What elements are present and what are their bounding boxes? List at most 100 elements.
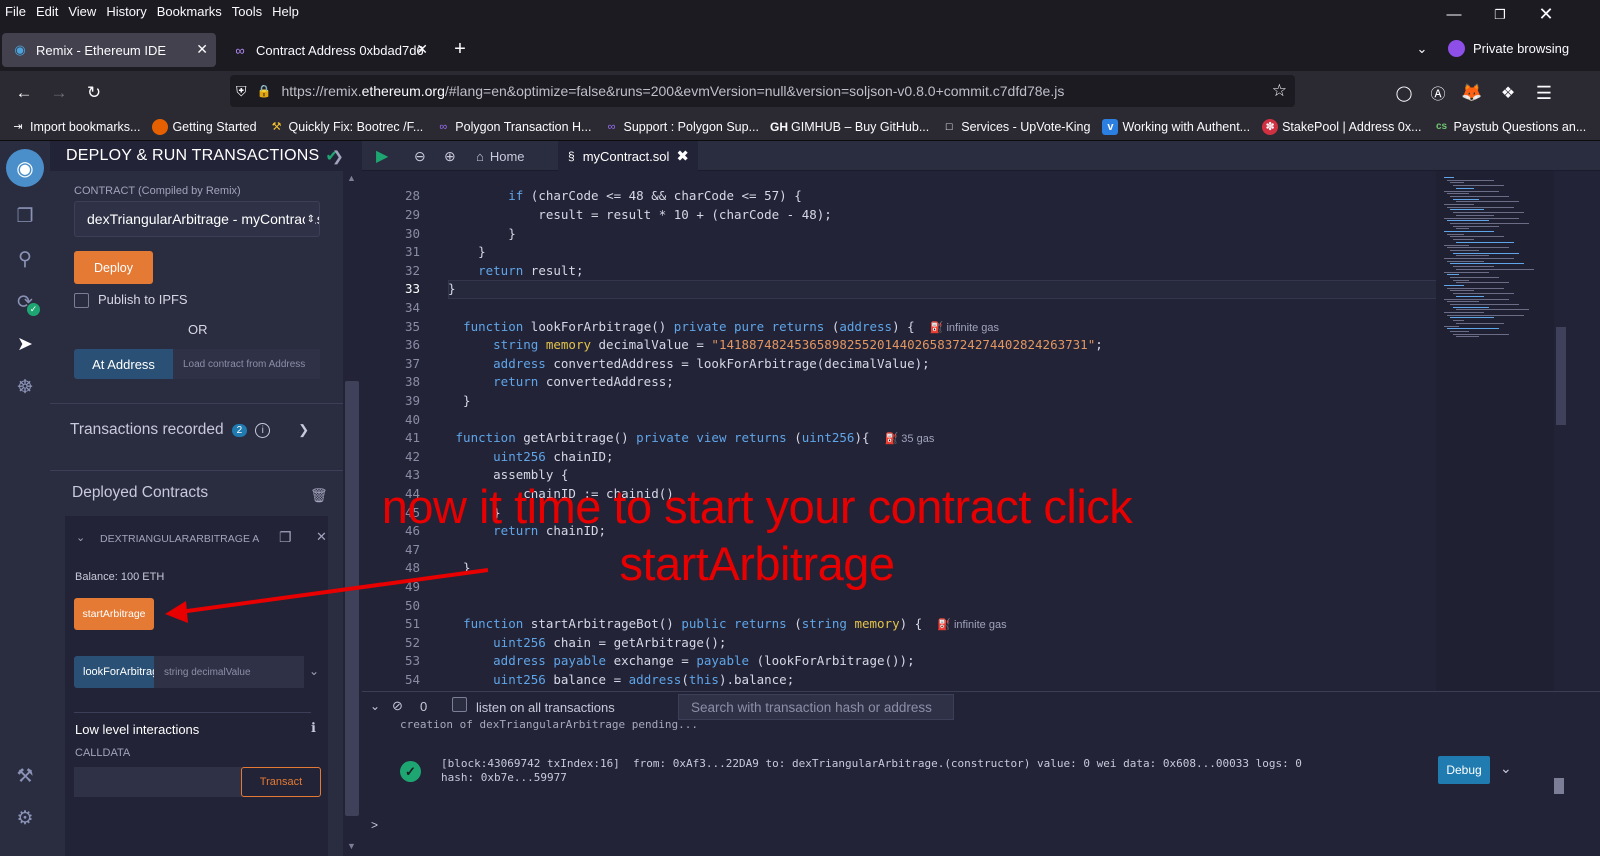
plugin-manager-icon[interactable]: ⚒ — [12, 763, 38, 789]
code-line[interactable]: } — [448, 560, 471, 575]
deploy-button[interactable]: Deploy — [74, 251, 153, 284]
hamburger-menu-icon[interactable]: ☰ — [1530, 79, 1558, 107]
metamask-fox-icon[interactable]: 🦊 — [1458, 79, 1486, 107]
code-line[interactable]: uint256 chainID; — [448, 449, 613, 464]
terminal-scroll-thumb[interactable] — [1554, 778, 1564, 794]
bookmark-polygon-support[interactable]: ∞ Support : Polygon Sup... — [603, 119, 759, 135]
new-tab-icon[interactable]: + — [446, 35, 474, 63]
code-line[interactable]: uint256 balance = address(this).balance; — [448, 672, 794, 687]
chevron-down-icon[interactable]: ⌄ — [76, 531, 85, 544]
bookmark-import[interactable]: ⇥ Import bookmarks... — [10, 119, 140, 135]
remove-instance-icon[interactable]: ✕ — [316, 529, 327, 545]
solidity-compiler-icon[interactable]: ⟳ ✓ — [12, 289, 40, 316]
menu-tools[interactable]: Tools — [232, 4, 262, 19]
reload-icon[interactable]: ↻ — [80, 79, 108, 107]
settings-gear-icon[interactable]: ⚙ — [12, 805, 38, 831]
info-icon[interactable]: i — [255, 422, 271, 438]
transact-button[interactable]: Transact — [241, 767, 321, 797]
close-window-icon[interactable]: ✕ — [1524, 0, 1568, 29]
tab-contract-address[interactable]: ∞ Contract Address 0xbdad7d60f4 ✕ — [222, 33, 436, 67]
transactions-recorded[interactable]: Transactions recorded 2 i ❯ — [70, 421, 309, 439]
load-address-input[interactable]: Load contract from Address — [173, 349, 320, 379]
bookmark-gimhub[interactable]: GH GIMHUB – Buy GitHub... — [770, 119, 929, 135]
code-line[interactable]: function startArbitrageBot() public retu… — [448, 616, 1007, 631]
code-line[interactable]: address convertedAddress = lookForArbitr… — [448, 356, 930, 371]
panel-scrollbar[interactable]: ▲ ▼ — [343, 171, 362, 856]
shield-icon[interactable]: ⛨ — [236, 83, 247, 100]
terminal-scrollbar[interactable] — [1552, 720, 1566, 840]
close-tab-icon[interactable]: ✕ — [416, 41, 428, 58]
code-line[interactable]: assembly { — [448, 467, 568, 482]
bookmark-polygon-tx[interactable]: ∞ Polygon Transaction H... — [435, 119, 591, 135]
decimal-value-input[interactable]: string decimalValue — [154, 656, 304, 688]
list-tabs-icon[interactable]: ⌄ — [1408, 35, 1436, 63]
code-line[interactable]: result = result * 10 + (charCode - 48); — [448, 207, 832, 222]
scroll-down-icon[interactable]: ▼ — [347, 841, 356, 851]
menu-history[interactable]: History — [106, 4, 146, 19]
menu-file[interactable]: File — [5, 4, 26, 19]
info-icon[interactable]: ℹ — [311, 720, 316, 736]
pocket-icon[interactable]: ◯ — [1390, 79, 1418, 107]
code-line[interactable]: if (charCode <= 48 && charCode <= 57) { — [448, 188, 802, 203]
zoom-in-icon[interactable]: ⊕ — [444, 141, 456, 171]
tab-home[interactable]: ⌂ Home — [476, 141, 525, 171]
zoom-out-icon[interactable]: ⊖ — [414, 141, 426, 171]
bookmark-stakepool[interactable]: ✽ StakePool | Address 0x... — [1262, 118, 1422, 135]
close-tab-icon[interactable]: ✕ — [196, 41, 208, 58]
bookmark-upvote-king[interactable]: □ Services - UpVote-King — [941, 119, 1091, 135]
tx-hash-line[interactable]: hash: 0xb7e...59977 — [441, 771, 567, 784]
menu-bookmarks[interactable]: Bookmarks — [157, 4, 222, 19]
code-line[interactable]: } — [448, 244, 486, 259]
menu-view[interactable]: View — [68, 4, 96, 19]
calldata-input[interactable] — [74, 767, 242, 797]
tab-remix[interactable]: ◉ Remix - Ethereum IDE ✕ — [2, 33, 216, 67]
forward-icon[interactable]: → — [45, 79, 73, 107]
lock-icon[interactable]: 🔒 — [257, 84, 272, 98]
terminal-prompt[interactable]: > — [371, 818, 378, 832]
editor-scroll-thumb[interactable] — [1556, 327, 1566, 425]
code-minimap[interactable] — [1436, 171, 1554, 691]
debug-button[interactable]: Debug — [1438, 756, 1490, 784]
clear-console-icon[interactable]: ⊘ — [392, 698, 403, 714]
file-explorer-icon[interactable]: ❐ — [12, 203, 38, 229]
expand-tx-icon[interactable]: ⌄ — [1500, 760, 1512, 777]
close-file-icon[interactable]: ✖ — [676, 147, 689, 165]
search-icon[interactable]: ⚲ — [12, 246, 38, 272]
chevron-right-icon[interactable]: ❯ — [298, 422, 309, 438]
code-line[interactable]: string memory decimalValue = "1418874824… — [448, 337, 1103, 352]
listen-checkbox[interactable] — [452, 697, 467, 712]
back-icon[interactable]: ← — [10, 79, 38, 107]
extension-a-icon[interactable]: Ⓐ — [1424, 79, 1452, 107]
transaction-search-input[interactable]: Search with transaction hash or address — [678, 694, 954, 720]
minimize-icon[interactable]: — — [1432, 0, 1476, 29]
restore-icon[interactable]: ❐ — [1478, 0, 1522, 29]
remix-logo-icon[interactable]: ◉ — [6, 149, 44, 187]
debugger-bug-icon[interactable]: ☸ — [12, 374, 38, 400]
menu-help[interactable]: Help — [272, 4, 299, 19]
code-line[interactable]: address payable exchange = payable (look… — [448, 653, 914, 668]
code-line[interactable]: function lookForArbitrage() private pure… — [448, 319, 999, 334]
tx-log-line[interactable]: [block:43069742 txIndex:16] from: 0xAf3.… — [441, 757, 1302, 770]
bookmark-bootrec[interactable]: ⚒ Quickly Fix: Bootrec /F... — [269, 119, 424, 135]
editor-scrollbar[interactable] — [1554, 171, 1568, 691]
extensions-puzzle-icon[interactable]: ❖ — [1494, 79, 1522, 107]
code-line[interactable]: } — [448, 393, 471, 408]
publish-ipfs-checkbox[interactable] — [74, 293, 89, 308]
menu-edit[interactable]: Edit — [36, 4, 58, 19]
code-line[interactable]: return result; — [448, 263, 583, 278]
tab-mycontract[interactable]: § myContract.sol ✖ — [558, 141, 698, 171]
bookmark-authent[interactable]: v Working with Authent... — [1102, 118, 1250, 135]
chevron-down-icon[interactable]: ⌄ — [309, 664, 319, 678]
start-arbitrage-button[interactable]: startArbitrage — [74, 598, 154, 630]
at-address-button[interactable]: At Address — [74, 349, 173, 379]
bookmark-getting-started[interactable]: Getting Started — [152, 118, 257, 135]
run-script-icon[interactable]: ▶ — [376, 141, 388, 171]
scroll-up-icon[interactable]: ▲ — [347, 173, 356, 183]
code-line[interactable]: } — [448, 505, 501, 520]
scrollbar-thumb[interactable] — [345, 381, 359, 816]
code-line[interactable]: } — [448, 281, 456, 296]
code-line[interactable]: function getArbitrage() private view ret… — [448, 430, 935, 445]
code-line[interactable]: chainID := chainid() — [448, 486, 674, 501]
code-line[interactable]: uint256 chain = getArbitrage(); — [448, 635, 726, 650]
code-line[interactable]: return convertedAddress; — [448, 374, 674, 389]
